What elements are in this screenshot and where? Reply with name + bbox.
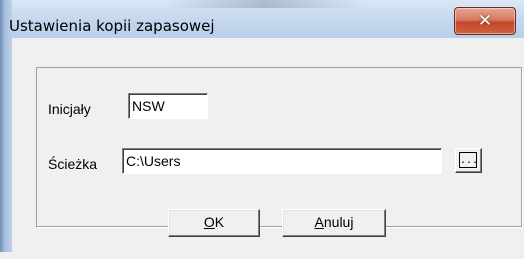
cancel-label: nuluj — [323, 214, 354, 230]
ok-button[interactable]: OK — [168, 209, 260, 237]
ok-mnemonic: O — [203, 214, 215, 230]
initials-label: Inicjały — [48, 101, 91, 117]
close-button[interactable]: ✕ — [454, 7, 516, 35]
initials-input[interactable]: NSW — [128, 93, 208, 119]
window-border-bottom — [0, 252, 524, 259]
window-border-left — [0, 0, 12, 259]
cancel-button[interactable]: Anuluj — [282, 209, 386, 237]
dialog-window: Ustawienia kopii zapasowej ✕ Inicjały NS… — [0, 0, 524, 259]
settings-group-box — [36, 67, 522, 227]
path-label: Ścieżka — [48, 156, 98, 172]
close-icon: ✕ — [477, 11, 493, 31]
path-input[interactable]: C:\Users — [122, 148, 442, 174]
title-bar-decoration — [165, 0, 365, 8]
browse-button[interactable]: ... — [455, 148, 482, 173]
ok-label: K — [214, 214, 225, 230]
ellipsis-icon: ... — [459, 152, 478, 168]
window-title: Ustawienia kopii zapasowej — [9, 17, 215, 35]
cancel-mnemonic: A — [314, 214, 324, 230]
